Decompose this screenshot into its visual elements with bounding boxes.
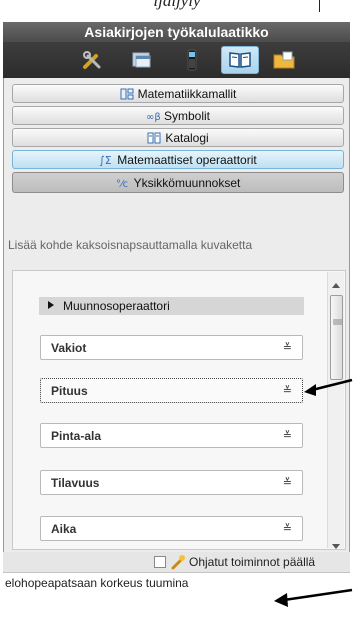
tab-label: Matematiikkamallit: [137, 86, 237, 101]
toolbar: [3, 42, 350, 78]
panel-title: Asiakirjojen työkalulaatikko: [3, 22, 350, 42]
chevron-down-icon: ≚: [282, 477, 292, 489]
window-icon[interactable]: [123, 46, 161, 74]
tab-label: Matemaattiset operaattorit: [117, 152, 257, 167]
annotation-arrow-icon: [304, 378, 353, 396]
divider: [319, 0, 320, 12]
grip-icon: [333, 312, 342, 325]
symbols-icon: ∞β: [146, 110, 161, 123]
scroll-up-icon[interactable]: [331, 276, 341, 288]
annotation-arrow-icon: [274, 588, 353, 607]
svg-text:∞β: ∞β: [146, 112, 160, 122]
tab-label: Yksikkömuunnokset: [133, 175, 241, 190]
tab-matematiikkamallit[interactable]: Matematiikkamallit: [12, 84, 344, 103]
tab-katalogi[interactable]: Katalogi: [12, 128, 344, 147]
list-item-pituus[interactable]: Pituus ≚: [40, 378, 303, 403]
top-text: ijaljyly: [153, 0, 201, 10]
wand-icon: [170, 554, 186, 570]
list-item-vakiot[interactable]: Vakiot ≚: [40, 335, 303, 360]
top-clipped-text: ijaljyly: [0, 0, 354, 22]
folder-icon[interactable]: [265, 46, 303, 74]
group-header-label: Muunnosoperaattori: [63, 299, 170, 313]
list-item-aika[interactable]: Aika ≚: [40, 516, 303, 541]
svg-text:°⁄c: °⁄c: [116, 179, 128, 189]
list-item-label: Vakiot: [51, 340, 87, 355]
expand-triangle-icon: [47, 299, 57, 313]
list-item-tilavuus[interactable]: Tilavuus ≚: [40, 470, 303, 495]
tab-label: Symbolit: [163, 108, 210, 123]
tab-matemaattiset-operaattorit[interactable]: ∫Σ Matemaattiset operaattorit: [12, 150, 344, 169]
wizard-checkbox[interactable]: [154, 556, 166, 568]
scroll-down-icon[interactable]: [331, 538, 341, 549]
hint-text: Lisää kohde kaksoisnapsauttamalla kuvake…: [8, 238, 253, 252]
unit-conversion-icon: °⁄c: [116, 177, 130, 190]
tab-symbolit[interactable]: ∞β Symbolit: [12, 106, 344, 125]
sigma-icon: ∫Σ: [99, 154, 113, 167]
svg-text:∫Σ: ∫Σ: [99, 154, 112, 166]
catalog-icon: [147, 132, 161, 144]
chevron-down-icon: ≚: [282, 430, 292, 442]
chevron-down-icon: ≚: [282, 342, 292, 354]
tab-yksikkomuunnokset[interactable]: °⁄c Yksikkömuunnokset: [12, 172, 344, 193]
list-item-label: Pituus: [51, 383, 88, 398]
wizard-toggle-row: Ohjatut toiminnot päällä: [3, 552, 350, 572]
wizard-label: Ohjatut toiminnot päällä: [189, 555, 316, 569]
book-icon[interactable]: [221, 46, 259, 74]
list-item-label: Pinta-ala: [51, 428, 102, 443]
list-item-pinta-ala[interactable]: Pinta-ala ≚: [40, 423, 303, 448]
chevron-down-icon: ≚: [282, 385, 292, 397]
group-header[interactable]: Muunnosoperaattori: [39, 297, 304, 315]
list-item-label: Aika: [51, 521, 77, 536]
text-area-value: elohopeapatsaan korkeus tuumina: [5, 576, 189, 590]
chevron-down-icon: ≚: [282, 523, 292, 535]
list-item-label: Tilavuus: [51, 475, 100, 490]
templates-icon: [120, 88, 134, 100]
tools-icon[interactable]: [73, 46, 111, 74]
scrollbar-thumb[interactable]: [330, 295, 343, 380]
tab-label: Katalogi: [165, 130, 209, 145]
calculator-icon[interactable]: [173, 46, 211, 74]
